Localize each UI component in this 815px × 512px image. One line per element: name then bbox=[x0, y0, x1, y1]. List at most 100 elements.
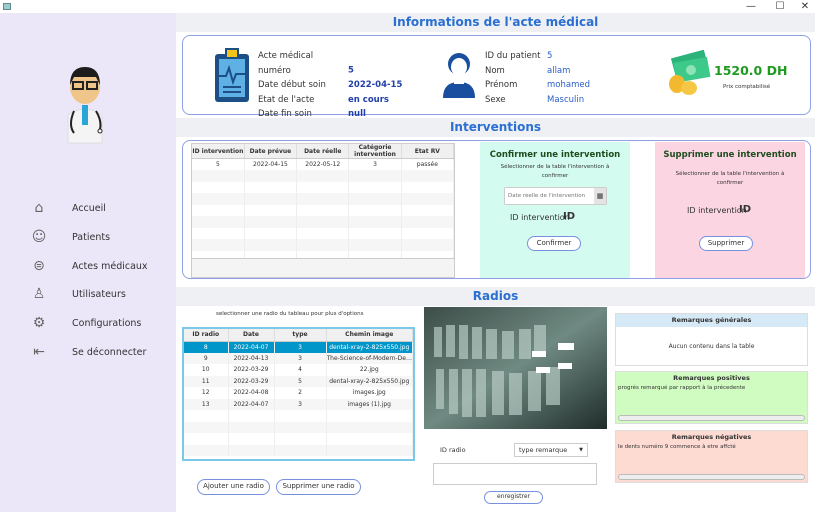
sidebar-item-se-deconnecter[interactable]: ⇤ Se déconnecter bbox=[28, 342, 168, 362]
table-cell bbox=[296, 193, 350, 205]
table-cell bbox=[192, 204, 245, 216]
close-button[interactable]: ✕ bbox=[795, 0, 815, 13]
horizontal-scrollbar[interactable] bbox=[618, 474, 805, 480]
table-cell bbox=[401, 204, 454, 216]
sidebar-item-configurations[interactable]: ⚙ Configurations bbox=[28, 313, 168, 333]
table-cell bbox=[348, 216, 402, 228]
delete-id-value: ID bbox=[739, 204, 752, 215]
table-cell: 3 bbox=[274, 352, 327, 364]
table-cell bbox=[296, 227, 350, 239]
horizontal-scrollbar[interactable] bbox=[618, 415, 805, 421]
table-row[interactable]: 10 2022-03-29 4 22.jpg bbox=[184, 364, 413, 376]
table-cell bbox=[244, 239, 298, 251]
calendar-icon[interactable]: ▦ bbox=[594, 188, 606, 204]
confirm-title: Confirmer une intervention bbox=[489, 150, 621, 160]
table-cell bbox=[192, 239, 245, 251]
supprimer-button[interactable]: Supprimer bbox=[699, 236, 753, 251]
table-cell bbox=[401, 227, 454, 239]
enregistrer-button[interactable]: enregistrer bbox=[484, 491, 543, 504]
empty-row bbox=[192, 227, 454, 239]
table-cell bbox=[296, 216, 350, 228]
remarques-generales: Remarques générales Aucun contenu dans l… bbox=[615, 313, 808, 366]
table-cell: 3 bbox=[348, 158, 402, 170]
date-reelle-picker[interactable]: ▦ bbox=[504, 187, 607, 205]
column-header[interactable]: Chemin image bbox=[326, 329, 413, 342]
sidebar-item-patients[interactable]: ☺ Patients bbox=[28, 227, 168, 247]
column-header[interactable]: type bbox=[274, 329, 327, 342]
remarques-positives-title: Remarques positives bbox=[673, 374, 750, 382]
table-cell bbox=[228, 410, 275, 422]
date-reelle-input[interactable] bbox=[505, 188, 593, 204]
table-cell bbox=[244, 204, 298, 216]
minimize-button[interactable]: — bbox=[741, 0, 761, 13]
table-cell: 10 bbox=[184, 364, 229, 376]
remarques-negatives-title: Remarques négatives bbox=[671, 433, 752, 441]
table-row[interactable]: 12 2022-04-08 2 images.jpg bbox=[184, 387, 413, 399]
sidebar-item-actes-medicaux[interactable]: ⊜ Actes médicaux bbox=[28, 256, 168, 276]
delete-hint: Sélectionner de la table l'intervention … bbox=[675, 171, 785, 186]
table-cell: 2022-03-29 bbox=[228, 364, 275, 376]
remarques-positives: Remarques positives progrés remarqué par… bbox=[615, 371, 808, 424]
table-cell: 22.jpg bbox=[326, 364, 413, 376]
table-row[interactable]: 8 2022-04-07 3 dental-xray-2-825x550.jpg bbox=[184, 341, 413, 353]
type-remarque-select[interactable]: type remarque ▼ bbox=[514, 443, 588, 457]
table-cell bbox=[274, 444, 327, 456]
interventions-table[interactable]: ID intervention Date prévue Date réelle Cat… bbox=[191, 143, 455, 278]
gear-icon: ⚙ bbox=[32, 315, 46, 331]
table-cell bbox=[184, 433, 229, 445]
table-cell bbox=[348, 239, 402, 251]
confirm-hint: Sélectionner de la table l'intervention … bbox=[500, 164, 610, 179]
table-cell bbox=[192, 181, 245, 193]
money-icon bbox=[669, 50, 711, 95]
table-cell bbox=[184, 410, 229, 422]
table-cell bbox=[401, 216, 454, 228]
table-cell bbox=[326, 410, 413, 422]
table-row[interactable]: 11 2022-03-29 5 dental-xray-2-825x550.jpg bbox=[184, 375, 413, 387]
table-cell bbox=[348, 227, 402, 239]
table-cell bbox=[244, 216, 298, 228]
column-header[interactable]: ID radio bbox=[184, 329, 229, 342]
table-row[interactable]: 13 2022-04-07 3 images (1).jpg bbox=[184, 398, 413, 410]
column-header[interactable]: Catégorie intervention bbox=[348, 144, 402, 159]
column-header[interactable]: Date bbox=[228, 329, 275, 342]
table-cell bbox=[274, 433, 327, 445]
sidebar-item-utilisateurs[interactable]: ♙ Utilisateurs bbox=[28, 284, 168, 304]
radios-table[interactable]: ID radio Date type Chemin image 8 2022-04-07 3… bbox=[182, 327, 415, 461]
table-cell bbox=[401, 193, 454, 205]
table-row[interactable]: 5 2022-04-15 2022-05-12 3 passée bbox=[192, 158, 454, 170]
empty-row bbox=[192, 181, 454, 193]
patient-nom-value: allam bbox=[547, 65, 571, 76]
acte-numero-value: 5 bbox=[348, 65, 354, 76]
table-cell bbox=[326, 433, 413, 445]
table-cell bbox=[401, 250, 454, 258]
table-cell: 3 bbox=[274, 341, 327, 353]
ajouter-radio-button[interactable]: Ajouter une radio bbox=[197, 479, 270, 495]
sidebar: ⌂ Accueil ☺ Patients ⊜ Actes médicaux ♙ Util… bbox=[0, 13, 176, 512]
price-label: Prix comptabilisé bbox=[723, 84, 771, 90]
column-header[interactable]: Date réelle bbox=[296, 144, 350, 159]
table-row[interactable]: 92022-04-133The-Science-of-Modern-Dentis… bbox=[184, 352, 413, 364]
table-cell bbox=[348, 193, 402, 205]
id-radio-label: ID radio bbox=[440, 446, 466, 454]
column-header[interactable]: Date prévue bbox=[244, 144, 298, 159]
table-cell bbox=[228, 421, 275, 433]
maximize-button[interactable]: ☐ bbox=[770, 0, 790, 13]
table-cell bbox=[348, 170, 402, 182]
table-cell bbox=[348, 181, 402, 193]
table-cell: 2022-05-12 bbox=[296, 158, 350, 170]
empty-row bbox=[184, 433, 413, 445]
sidebar-item-accueil[interactable]: ⌂ Accueil bbox=[28, 198, 168, 218]
home-icon: ⌂ bbox=[34, 200, 44, 216]
table-cell: dental-xray-2-825x550.jpg bbox=[326, 341, 413, 353]
table-cell bbox=[192, 227, 245, 239]
column-header[interactable]: Etat RV bbox=[401, 144, 454, 159]
table-cell bbox=[274, 410, 327, 422]
empty-row bbox=[192, 170, 454, 182]
confirm-id-value: ID bbox=[563, 211, 576, 222]
table-cell: 8 bbox=[184, 341, 229, 353]
table-cell: images.jpg bbox=[326, 387, 413, 399]
supprimer-radio-button[interactable]: Supprimer une radio bbox=[276, 479, 361, 495]
confirmer-button[interactable]: Confirmer bbox=[527, 236, 581, 251]
column-header[interactable]: ID intervention bbox=[192, 144, 245, 159]
remarque-textarea[interactable] bbox=[433, 463, 597, 485]
